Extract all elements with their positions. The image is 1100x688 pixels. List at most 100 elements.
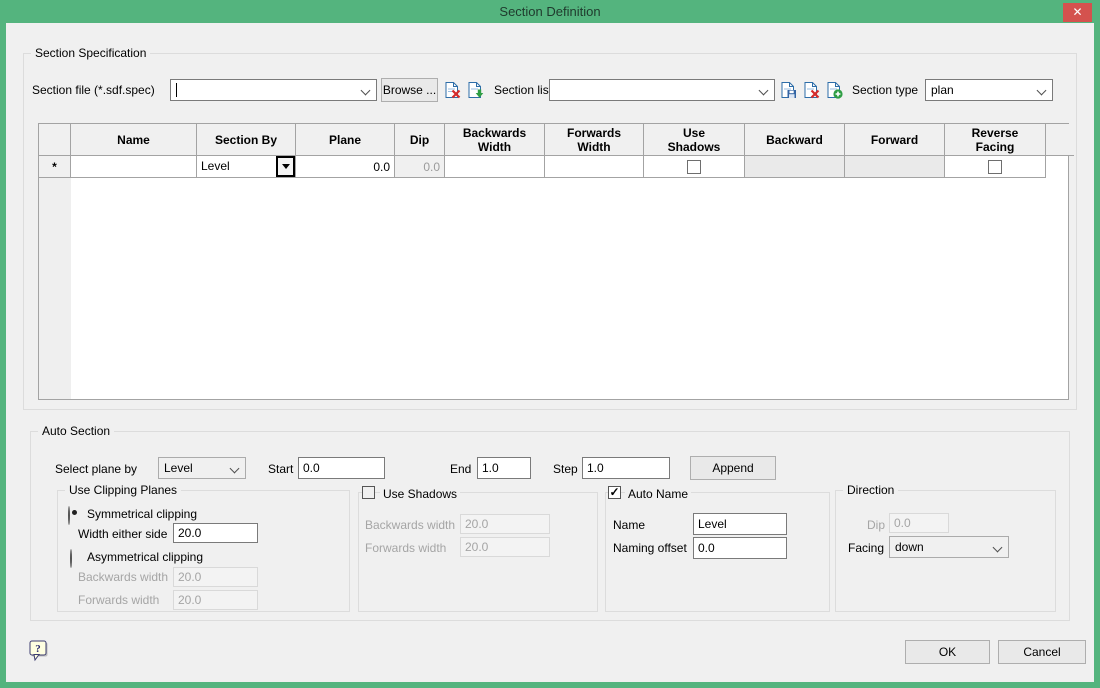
shadows-backwards-width-label: Backwards width <box>365 518 455 532</box>
step-input[interactable] <box>582 457 670 479</box>
grid-header-forward: Forward <box>845 124 945 156</box>
grid-header-reverse-facing: Reverse Facing <box>945 124 1046 156</box>
name-input[interactable] <box>693 513 787 535</box>
grid-cell-use-shadows[interactable] <box>644 156 745 178</box>
window-title: Section Definition <box>0 4 1100 19</box>
file-delete-icon[interactable] <box>443 81 461 99</box>
name-label: Name <box>613 518 645 532</box>
symmetrical-clipping-label: Symmetrical clipping <box>87 507 197 521</box>
clipping-backwards-width-input <box>173 567 258 587</box>
auto-name-checkbox[interactable]: ✓ <box>608 486 621 499</box>
grid-header-plane: Plane <box>296 124 395 156</box>
symmetrical-clipping-radio[interactable] <box>68 506 70 525</box>
text-caret <box>176 83 177 97</box>
section-specification-group-label: Section Specification <box>31 46 150 60</box>
chevron-down-icon <box>230 464 240 474</box>
grid-cell-section-by[interactable]: Level <box>197 156 296 178</box>
grid-cell-reverse-facing[interactable] <box>945 156 1046 178</box>
grid-row-header[interactable]: * <box>39 156 71 178</box>
list-delete-icon[interactable] <box>802 81 820 99</box>
grid-cell-dip-value: 0.0 <box>423 160 440 174</box>
section-file-label: Section file (*.sdf.spec) <box>32 83 155 97</box>
naming-offset-input[interactable] <box>693 537 787 559</box>
new-row-asterisk: * <box>52 160 57 174</box>
cancel-button[interactable]: Cancel <box>998 640 1086 664</box>
grid-cell-backwards-width[interactable] <box>445 156 545 178</box>
select-plane-by-combo[interactable]: Level <box>158 457 246 479</box>
list-save-icon[interactable] <box>779 81 797 99</box>
ok-button-label: OK <box>939 645 956 659</box>
checkmark-icon: ✓ <box>609 485 619 499</box>
grid-cell-forward <box>845 156 945 178</box>
grid-cell-plane[interactable]: 0.0 <box>296 156 395 178</box>
list-add-icon[interactable] <box>825 81 843 99</box>
ok-button[interactable]: OK <box>905 640 990 664</box>
clipping-backwards-width-label: Backwards width <box>78 570 168 584</box>
append-button[interactable]: Append <box>690 456 776 480</box>
dip-input <box>889 513 949 533</box>
dip-label: Dip <box>867 518 885 532</box>
grid-row-header-strip <box>39 178 71 399</box>
grid-cell-plane-value: 0.0 <box>373 160 390 174</box>
dropdown-triangle-icon <box>282 164 290 169</box>
use-shadows-group-label: Use Shadows <box>380 487 460 501</box>
chevron-down-icon <box>993 543 1003 553</box>
section-type-value: plan <box>931 83 954 97</box>
close-button[interactable]: ✕ <box>1063 3 1092 22</box>
section-type-combo[interactable]: plan <box>925 79 1053 101</box>
chevron-down-icon <box>1037 86 1047 96</box>
facing-value: down <box>895 540 924 554</box>
grid-header-dip: Dip <box>395 124 445 156</box>
grid-cell-backward <box>745 156 845 178</box>
select-plane-by-value: Level <box>164 461 193 475</box>
clipping-forwards-width-input <box>173 590 258 610</box>
width-either-side-input[interactable] <box>173 523 258 543</box>
facing-label: Facing <box>848 541 884 555</box>
section-definition-dialog: Section Definition ✕ Section Specificati… <box>0 0 1100 688</box>
width-either-side-label: Width either side <box>78 527 167 541</box>
help-icon[interactable]: ? <box>29 640 49 662</box>
shadows-backwards-width-input <box>460 514 550 534</box>
grid-header-backwards-width: Backwards Width <box>445 124 545 156</box>
asymmetrical-clipping-label: Asymmetrical clipping <box>87 550 203 564</box>
start-input[interactable] <box>298 457 385 479</box>
grid-section-by-dropdown-button[interactable] <box>276 156 295 177</box>
grid-cell-section-by-value: Level <box>201 159 230 173</box>
auto-section-group-label: Auto Section <box>38 424 114 438</box>
sections-grid: Name Section By Plane Dip Backwards Widt… <box>38 123 1069 400</box>
shadows-forwards-width-input <box>460 537 550 557</box>
section-file-combo[interactable] <box>170 79 377 101</box>
chevron-down-icon <box>759 86 769 96</box>
clipping-forwards-width-label: Forwards width <box>78 593 159 607</box>
use-shadows-group-checkbox[interactable] <box>362 486 375 499</box>
grid-corner-header <box>39 124 71 156</box>
grid-cell-forwards-width[interactable] <box>545 156 644 178</box>
grid-header-backward: Backward <box>745 124 845 156</box>
step-label: Step <box>553 462 578 476</box>
browse-button[interactable]: Browse ... <box>381 78 438 102</box>
cancel-button-label: Cancel <box>1023 645 1060 659</box>
asymmetrical-clipping-radio[interactable] <box>70 549 72 568</box>
direction-group-label: Direction <box>843 483 898 497</box>
grid-cell-name[interactable] <box>71 156 197 178</box>
reverse-facing-checkbox[interactable] <box>988 160 1002 174</box>
select-plane-by-label: Select plane by <box>55 462 137 476</box>
shadows-forwards-width-label: Forwards width <box>365 541 446 555</box>
append-button-label: Append <box>712 461 753 475</box>
file-import-icon[interactable] <box>466 81 484 99</box>
grid-header-use-shadows: Use Shadows <box>644 124 745 156</box>
end-input[interactable] <box>477 457 531 479</box>
grid-header-forwards-width: Forwards Width <box>545 124 644 156</box>
help-question-glyph: ? <box>35 643 41 655</box>
grid-cell-dip: 0.0 <box>395 156 445 178</box>
grid-header-section-by: Section By <box>197 124 296 156</box>
start-label: Start <box>268 462 293 476</box>
use-shadows-checkbox[interactable] <box>687 160 701 174</box>
naming-offset-label: Naming offset <box>613 541 687 555</box>
use-clipping-planes-label: Use Clipping Planes <box>65 483 181 497</box>
section-list-combo[interactable] <box>549 79 775 101</box>
facing-combo[interactable]: down <box>889 536 1009 558</box>
section-type-label: Section type <box>852 83 918 97</box>
browse-button-label: Browse ... <box>383 83 436 97</box>
grid-header-filler <box>1046 124 1074 156</box>
